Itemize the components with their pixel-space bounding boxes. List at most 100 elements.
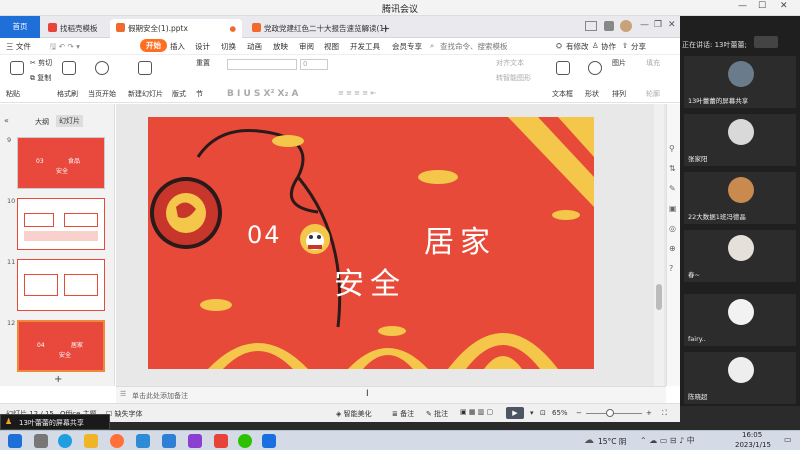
smartart-button[interactable]: 转智能图形 <box>496 73 531 83</box>
menu-member[interactable]: 会员专享 <box>392 41 422 52</box>
menu-review[interactable]: 审阅 <box>299 41 314 52</box>
quick-access-icon[interactable]: 🖫 ↶ ↷ ▾ <box>50 41 80 54</box>
notification-icon[interactable]: ▭ <box>784 435 792 444</box>
slide-thumbnail-11[interactable] <box>17 259 105 311</box>
avatar[interactable] <box>620 20 632 32</box>
task-view-icon[interactable] <box>34 434 48 448</box>
play-slideshow-button[interactable]: ▶ <box>506 407 524 419</box>
menu-transition[interactable]: 切换 <box>221 41 236 52</box>
vertical-scrollbar[interactable] <box>654 104 664 386</box>
zoom-out-button[interactable]: − <box>576 409 582 417</box>
modify-icon[interactable]: ⛭ <box>556 41 562 51</box>
tab-report[interactable]: 党政党建红色二十大报告速览解读(1) ✕ <box>246 19 387 38</box>
slideshow-dropdown-icon[interactable]: ▾ <box>530 409 534 417</box>
copy-button[interactable]: ⧉ 复制 <box>30 73 51 83</box>
wps-icon[interactable] <box>214 434 228 448</box>
play-icon[interactable] <box>95 61 109 75</box>
toolbar-icon[interactable]: ✎ <box>669 184 676 193</box>
shape-button[interactable]: 形状 <box>585 89 599 99</box>
wechat-icon[interactable] <box>238 434 252 448</box>
command-search[interactable]: 查找命令、搜索模板 <box>440 41 508 52</box>
new-slide-button[interactable]: 新建幻灯片 <box>128 89 163 99</box>
close-icon[interactable]: ✕ <box>668 20 676 30</box>
textbox-icon[interactable] <box>556 61 570 75</box>
collab-icon[interactable]: ♙ <box>592 41 599 50</box>
shape-icon[interactable] <box>588 61 602 75</box>
scrollbar-thumb[interactable] <box>656 284 662 310</box>
toolbar-icon[interactable]: ⊕ <box>669 244 676 253</box>
minimize-icon[interactable]: — <box>738 1 747 11</box>
slide[interactable]: 04 居家 安全 <box>148 117 594 369</box>
app-icon[interactable] <box>136 434 150 448</box>
start-icon[interactable] <box>8 434 22 448</box>
slide-thumbnail-12[interactable]: 04 居家 安全 <box>17 320 105 372</box>
fit-icon[interactable]: ⊡ <box>540 409 546 417</box>
zoom-in-button[interactable]: + <box>646 409 652 417</box>
beautify-button[interactable]: ◈ 智能美化 <box>336 409 372 419</box>
maximize-icon[interactable]: ☐ <box>758 1 766 11</box>
menu-animation[interactable]: 动画 <box>247 41 262 52</box>
toolbar-icon[interactable]: ⇅ <box>669 164 676 173</box>
view-buttons[interactable]: ▣ ▦ ▥ ▢ <box>460 408 493 416</box>
vscode-icon[interactable] <box>162 434 176 448</box>
missing-font-button[interactable]: ☐ 缺失字体 <box>106 409 143 419</box>
paragraph-buttons[interactable]: ≡ ≡ ≡ ≡ ⇤ <box>338 89 376 97</box>
fill-button[interactable]: 填充 <box>646 58 660 68</box>
zoom-level[interactable]: 65% <box>552 409 568 417</box>
window-layout-icon[interactable] <box>585 21 597 31</box>
share-button[interactable]: 分享 <box>631 41 646 52</box>
collab-button[interactable]: 协作 <box>601 41 616 52</box>
format-painter-button[interactable]: 格式刷 <box>57 89 78 99</box>
menu-insert[interactable]: 插入 <box>170 41 185 52</box>
explorer-icon[interactable] <box>84 434 98 448</box>
add-slide-button[interactable]: + <box>54 374 62 385</box>
tab-templates[interactable]: 找稻壳模板 <box>42 19 107 38</box>
minimize-icon[interactable]: — <box>640 20 649 30</box>
toolbar-icon[interactable]: ⚲ <box>669 144 675 153</box>
participant-tile[interactable]: 春~ <box>684 230 796 282</box>
cut-button[interactable]: ✂ 剪切 <box>30 58 52 68</box>
notes-pane[interactable]: ☰ 单击此处添加备注 I <box>116 386 666 403</box>
format-painter-icon[interactable] <box>62 61 76 75</box>
from-current-button[interactable]: 当页开始 <box>88 89 116 99</box>
paste-button[interactable]: 粘贴 <box>6 89 20 99</box>
participant-tile[interactable]: 13叶蕾蕾的屏幕共享 <box>684 56 796 108</box>
menu-slideshow[interactable]: 放映 <box>273 41 288 52</box>
tencent-meeting-icon[interactable] <box>262 434 276 448</box>
toolbar-icon[interactable]: ▣ <box>669 204 677 213</box>
menu-design[interactable]: 设计 <box>195 41 210 52</box>
font-size-select[interactable]: 0 <box>300 59 328 70</box>
textbox-button[interactable]: 文本框 <box>552 89 573 99</box>
toolbar-icon[interactable]: ◎ <box>669 224 676 233</box>
font-name-select[interactable] <box>227 59 297 70</box>
slides-tab[interactable]: 幻灯片 <box>56 115 83 127</box>
new-tab-button[interactable]: + <box>378 19 394 38</box>
tray-icons[interactable]: ⌃ ☁ ▭ ⊟ ♪ 中 <box>640 435 695 446</box>
edge-icon[interactable] <box>58 434 72 448</box>
outline-tab[interactable]: 大纲 <box>35 117 49 127</box>
paste-icon[interactable] <box>10 61 24 75</box>
section-button[interactable]: 节 <box>196 89 203 99</box>
outline-button[interactable]: 轮廓 <box>646 89 660 99</box>
tab-home[interactable]: 首页 <box>0 16 40 38</box>
new-slide-icon[interactable] <box>138 61 152 75</box>
notes-button[interactable]: ≣ 备注 <box>392 409 414 419</box>
modify-button[interactable]: 有修改 <box>566 41 589 52</box>
share-icon[interactable]: ⇧ <box>622 41 628 50</box>
picture-button[interactable]: 图片 <box>612 58 626 68</box>
file-menu[interactable]: 三 文件 <box>6 41 31 52</box>
help-icon[interactable]: ? <box>669 264 673 273</box>
firefox-icon[interactable] <box>110 434 124 448</box>
text-style-buttons[interactable]: B I U S X² X₂ A <box>227 89 299 99</box>
align-text-button[interactable]: 对齐文本 <box>496 58 524 68</box>
arrange-button[interactable]: 排列 <box>612 89 626 99</box>
tab-pptx[interactable]: 假期安全(1).pptx ● <box>110 19 242 38</box>
visual-studio-icon[interactable] <box>188 434 202 448</box>
slide-thumbnail-9[interactable]: 03 食品 安全 <box>17 137 105 189</box>
close-tab-icon[interactable]: ✕ <box>364 19 370 38</box>
restore-icon[interactable]: ❐ <box>654 20 662 30</box>
close-icon[interactable]: ✕ <box>780 1 788 11</box>
screen-share-bar[interactable]: ♟ 13叶蕾蕾的屏幕共享 <box>0 414 110 430</box>
zoom-slider-thumb[interactable] <box>606 409 614 417</box>
menu-start[interactable]: 开始 <box>140 39 167 52</box>
